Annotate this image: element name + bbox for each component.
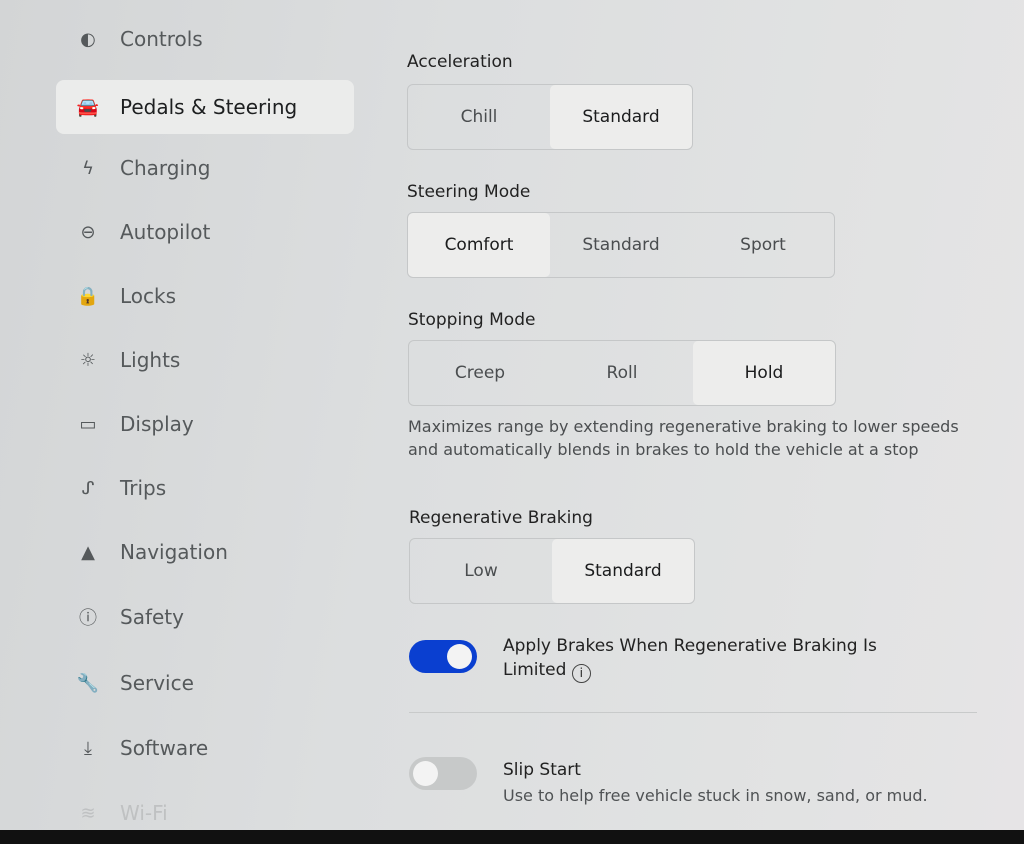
steering-wheel-icon: ⊖ (80, 221, 96, 243)
sidebar-item-autopilot[interactable]: ⊖ Autopilot (56, 205, 354, 259)
wrench-icon: 🔧 (76, 672, 100, 694)
download-icon: ⤓ (84, 737, 92, 759)
sidebar-item-label: Autopilot (120, 220, 211, 244)
toggle-knob (413, 761, 438, 786)
sidebar-item-label: Service (120, 671, 194, 695)
divider (409, 712, 977, 713)
steering-option-comfort[interactable]: Comfort (408, 213, 550, 277)
apply-brakes-text: Apply Brakes When Regenerative Braking I… (503, 636, 877, 680)
trips-icon: ᔑ (81, 477, 95, 499)
slip-start-toggle[interactable] (409, 757, 477, 790)
settings-screen: ◐ Controls 🚘 Pedals & Steering ϟ Charging ⊖ Aut… (0, 0, 1024, 830)
stopping-mode-description: Maximizes range by extending regenerativ… (408, 417, 959, 459)
alert-circle-icon: ⓘ (79, 608, 97, 629)
regenerative-braking-label: Regenerative Braking (409, 508, 593, 528)
steering-mode-label: Steering Mode (407, 182, 531, 202)
steering-mode-selector: Comfort Standard Sport (407, 212, 835, 278)
acceleration-selector: Chill Standard (407, 84, 693, 150)
sidebar-item-label: Charging (120, 156, 211, 180)
sidebar-item-label: Safety (120, 605, 184, 629)
sidebar-item-label: Lights (120, 348, 181, 372)
sidebar-item-charging[interactable]: ϟ Charging (56, 141, 354, 195)
navigation-arrow-icon: ▲ (81, 541, 95, 563)
wifi-icon: ≋ (80, 802, 96, 824)
sidebar-item-lights[interactable]: ☼ Lights (56, 333, 354, 387)
sidebar-item-software[interactable]: ⤓ Software (56, 721, 354, 775)
info-icon[interactable]: i (571, 664, 591, 683)
toggle-knob (447, 644, 472, 669)
apply-brakes-label: Apply Brakes When Regenerative Braking I… (503, 634, 943, 683)
sidebar-item-service[interactable]: 🔧 Service (56, 656, 354, 710)
sidebar-item-trips[interactable]: ᔑ Trips (56, 461, 354, 515)
regenerative-braking-selector: Low Standard (409, 538, 695, 604)
light-icon: ☼ (79, 349, 97, 371)
lightning-icon: ϟ (82, 157, 94, 179)
sidebar-item-label: Pedals & Steering (120, 95, 298, 119)
slip-start-label: Slip Start (503, 760, 581, 780)
sidebar-item-controls[interactable]: ◐ Controls (56, 12, 354, 66)
toggle-icon: ◐ (80, 28, 96, 50)
regen-option-low[interactable]: Low (410, 539, 552, 603)
sidebar-item-label: Controls (120, 27, 203, 51)
sidebar-item-navigation[interactable]: ▲ Navigation (56, 525, 354, 579)
stopping-option-creep[interactable]: Creep (409, 341, 551, 405)
car-icon: 🚘 (76, 96, 100, 118)
acceleration-option-chill[interactable]: Chill (408, 85, 550, 149)
stopping-mode-selector: Creep Roll Hold (408, 340, 836, 406)
sidebar-item-locks[interactable]: 🔒 Locks (56, 269, 354, 323)
sidebar-item-label: Locks (120, 284, 177, 308)
sidebar-item-label: Display (120, 412, 194, 436)
sidebar-item-label: Navigation (120, 540, 228, 564)
slip-start-description: Use to help free vehicle stuck in snow, … (503, 786, 928, 805)
regen-option-standard[interactable]: Standard (552, 539, 694, 603)
sidebar-item-pedals-steering[interactable]: 🚘 Pedals & Steering (56, 80, 354, 134)
sidebar-item-safety[interactable]: ⓘ Safety (56, 590, 354, 644)
acceleration-label: Acceleration (407, 52, 513, 72)
apply-brakes-toggle[interactable] (409, 640, 477, 673)
lock-icon: 🔒 (76, 285, 100, 307)
steering-option-standard[interactable]: Standard (550, 213, 692, 277)
stopping-mode-label: Stopping Mode (408, 310, 536, 330)
steering-option-sport[interactable]: Sport (692, 213, 834, 277)
sidebar-item-display[interactable]: ▭ Display (56, 397, 354, 451)
display-icon: ▭ (79, 413, 97, 435)
sidebar-item-label: Trips (120, 476, 167, 500)
stopping-option-roll[interactable]: Roll (551, 341, 693, 405)
sidebar-item-label: Software (120, 736, 209, 760)
sidebar-item-wi-fi[interactable]: ≋ Wi-Fi (56, 786, 354, 840)
sidebar-item-label: Wi-Fi (120, 801, 168, 825)
stopping-option-hold[interactable]: Hold (693, 341, 835, 405)
acceleration-option-standard[interactable]: Standard (550, 85, 692, 149)
